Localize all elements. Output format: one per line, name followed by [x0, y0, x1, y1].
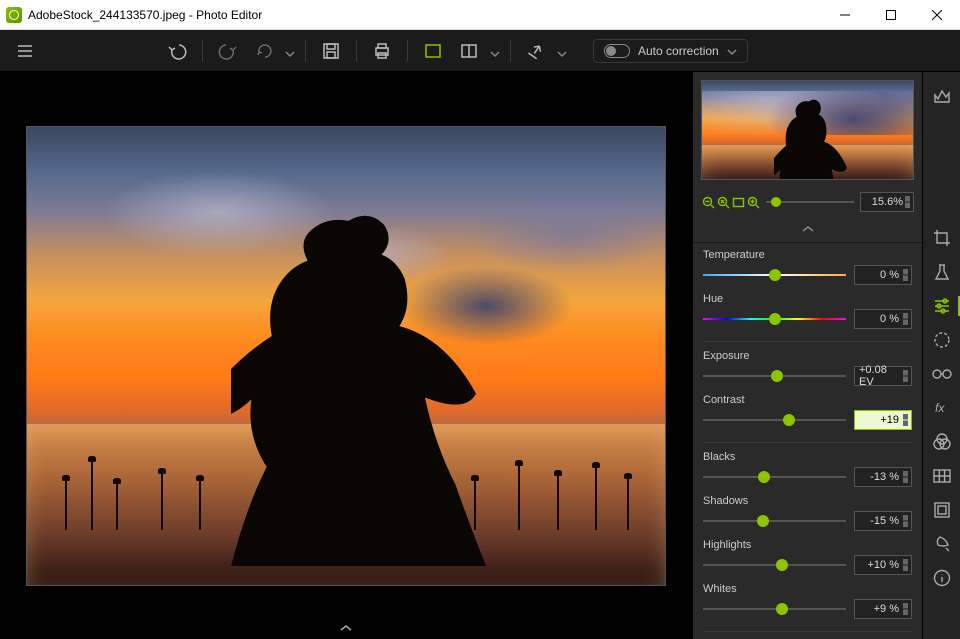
shadows-value-input[interactable]: -15 %	[854, 511, 912, 531]
contrast-value-input[interactable]: +19	[854, 410, 912, 430]
highlights-slider[interactable]	[703, 555, 846, 575]
hue-value-input[interactable]: 0 %	[854, 309, 912, 329]
app-icon	[6, 7, 22, 23]
export-button[interactable]	[521, 36, 551, 66]
whites-value-input[interactable]: +9 %	[854, 599, 912, 619]
adjustments-section-header[interactable]: ADJUSTMENTS	[693, 242, 922, 243]
highlights-adjustment: Highlights +10 %	[703, 539, 912, 575]
contrast-slider[interactable]	[703, 410, 846, 430]
zoom-in-button[interactable]	[746, 195, 760, 209]
zoom-out-button[interactable]	[701, 195, 715, 209]
separator	[510, 40, 511, 62]
whites-label: Whites	[703, 583, 912, 595]
export-dropdown[interactable]	[557, 46, 567, 56]
separator	[703, 442, 912, 443]
highlights-label: Highlights	[703, 539, 912, 551]
exposure-label: Exposure	[703, 350, 912, 362]
auto-correction-button[interactable]: Auto correction	[593, 39, 748, 63]
exposure-value-input[interactable]: +0.08 EV	[854, 366, 912, 386]
zoom-fit-button[interactable]	[731, 195, 745, 209]
separator	[407, 40, 408, 62]
zoom-slider[interactable]	[766, 201, 854, 203]
collapse-icon	[701, 242, 709, 243]
adjustments-panel: 15.6% ADJUSTMENTS Temperature 0 % Hue 0 % Ex…	[692, 72, 922, 639]
separator	[202, 40, 203, 62]
glasses-tool-button[interactable]	[927, 360, 957, 388]
hue-label: Hue	[703, 293, 912, 305]
shadows-adjustment: Shadows -15 %	[703, 495, 912, 531]
subject-silhouette	[231, 209, 486, 566]
exposure-slider[interactable]	[703, 366, 846, 386]
window-close-button[interactable]	[914, 0, 960, 30]
adjustments-tool-button[interactable]	[927, 292, 957, 320]
section-title: ADJUSTMENTS	[753, 242, 838, 243]
highlights-value-input[interactable]: +10 %	[854, 555, 912, 575]
contrast-adjustment: Contrast +19	[703, 394, 912, 430]
fit-screen-button[interactable]	[418, 36, 448, 66]
adjustments-enable-toggle[interactable]	[717, 242, 745, 243]
print-button[interactable]	[367, 36, 397, 66]
temperature-adjustment: Temperature 0 %	[703, 249, 912, 285]
chevron-down-icon	[727, 46, 737, 56]
redo-step-button[interactable]	[249, 36, 279, 66]
save-button[interactable]	[316, 36, 346, 66]
contrast-label: Contrast	[703, 394, 912, 406]
separator	[703, 631, 912, 632]
separator	[305, 40, 306, 62]
temperature-label: Temperature	[703, 249, 912, 261]
exposure-adjustment: Exposure +0.08 EV	[703, 350, 912, 386]
selection-tool-button[interactable]	[927, 326, 957, 354]
compare-dropdown[interactable]	[490, 46, 500, 56]
shadows-slider[interactable]	[703, 511, 846, 531]
undo-button[interactable]	[162, 36, 192, 66]
magic-tool-button[interactable]	[927, 530, 957, 558]
fx-tool-button[interactable]: fx	[927, 394, 957, 422]
blacks-label: Blacks	[703, 451, 912, 463]
history-dropdown[interactable]	[285, 46, 295, 56]
zoom-actual-button[interactable]	[716, 195, 730, 209]
temperature-slider[interactable]	[703, 265, 846, 285]
zoom-value-input[interactable]: 15.6%	[860, 192, 914, 212]
separator	[356, 40, 357, 62]
histogram-tool-button[interactable]	[927, 82, 957, 110]
whites-slider[interactable]	[703, 599, 846, 619]
lab-tool-button[interactable]	[927, 258, 957, 286]
shadows-label: Shadows	[703, 495, 912, 507]
frame-tool-button[interactable]	[927, 496, 957, 524]
whites-adjustment: Whites +9 %	[703, 583, 912, 619]
blacks-value-input[interactable]: -13 %	[854, 467, 912, 487]
window-title: AdobeStock_244133570.jpeg - Photo Editor	[28, 8, 262, 22]
main-toolbar: Auto correction	[0, 30, 960, 72]
temperature-value-input[interactable]: 0 %	[854, 265, 912, 285]
hue-slider[interactable]	[703, 309, 846, 329]
hamburger-menu-button[interactable]	[10, 36, 40, 66]
auto-correction-toggle-icon	[604, 44, 630, 58]
tool-strip: fx	[922, 72, 960, 639]
window-minimize-button[interactable]	[822, 0, 868, 30]
redo-button[interactable]	[213, 36, 243, 66]
info-tool-button[interactable]	[927, 564, 957, 592]
canvas-area[interactable]	[0, 72, 692, 639]
compare-view-button[interactable]	[454, 36, 484, 66]
grid-tool-button[interactable]	[927, 462, 957, 490]
auto-correction-label: Auto correction	[638, 44, 719, 58]
window-maximize-button[interactable]	[868, 0, 914, 30]
window-titlebar: AdobeStock_244133570.jpeg - Photo Editor	[0, 0, 960, 30]
crop-tool-button[interactable]	[927, 224, 957, 252]
image-preview[interactable]	[693, 72, 922, 188]
panel-expand-icon[interactable]	[336, 623, 356, 635]
hue-adjustment: Hue 0 %	[703, 293, 912, 329]
separator	[703, 341, 912, 342]
collapse-preview-button[interactable]	[693, 220, 922, 242]
blacks-slider[interactable]	[703, 467, 846, 487]
main-image[interactable]	[26, 126, 666, 586]
channels-tool-button[interactable]	[927, 428, 957, 456]
svg-text:fx: fx	[935, 401, 945, 415]
blacks-adjustment: Blacks -13 %	[703, 451, 912, 487]
